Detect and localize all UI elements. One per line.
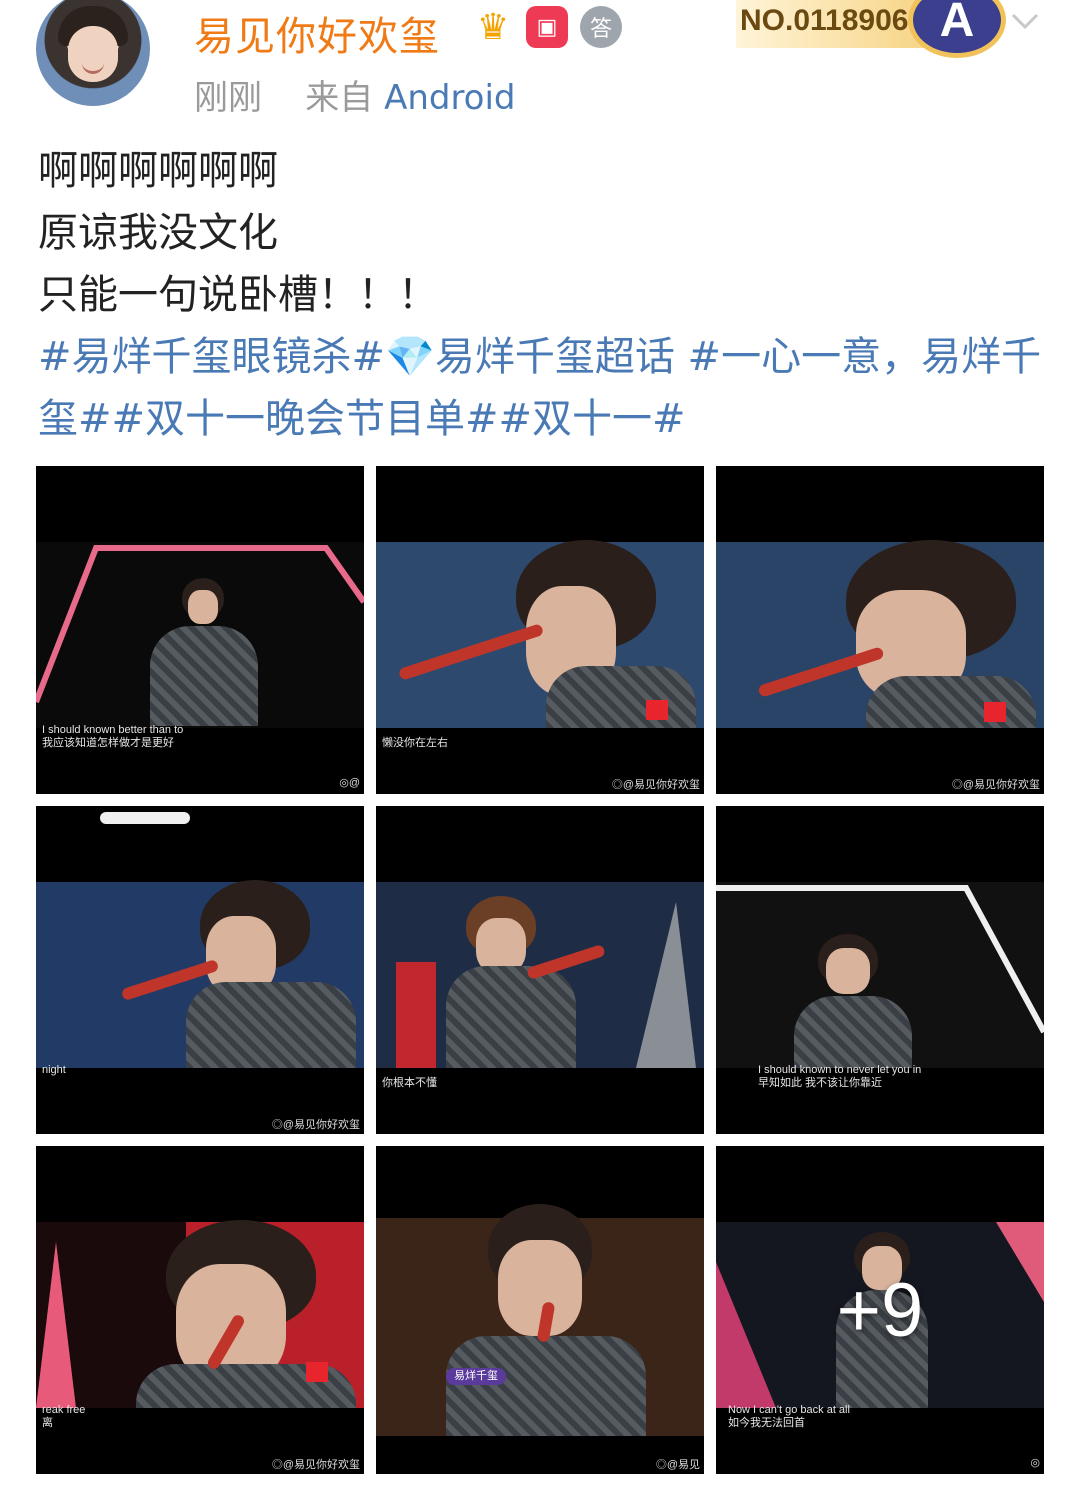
volume-slider[interactable] [100, 812, 190, 824]
watermark: ◎@易见你好欢玺 [611, 779, 700, 791]
subtitle: 你根本不懂 [382, 1077, 437, 1089]
medal-icon[interactable]: 答 [580, 6, 622, 48]
image-thumbnail[interactable]: reak free 离 ◎@易见你好欢玺 [36, 1146, 364, 1474]
watermark: ◎@ [339, 777, 360, 789]
watermark: ◎@易见 [655, 1459, 700, 1471]
user-avatar[interactable] [36, 0, 150, 106]
post-line: 原谅我没文化 [38, 210, 278, 256]
post-text: 啊啊啊啊啊啊 原谅我没文化 只能一句说卧槽！！！ [38, 140, 1048, 326]
post-meta: 刚刚 来自 Android [194, 70, 516, 119]
post-topics[interactable]: #易烊千玺眼镜杀#💎易烊千玺超话 #一心一意，易烊千玺##双十一晚会节目单##双… [38, 326, 1048, 450]
image-thumbnail-more[interactable]: Now I can't go back at all 如今我无法回首 ◎ +9 [716, 1146, 1044, 1474]
watermark: ◎@易见你好欢玺 [271, 1459, 360, 1471]
subtitle: 易烊千玺 [446, 1368, 506, 1385]
subtitle: I should known to never let you in 早知如此 我… [758, 1064, 922, 1089]
avengers-emblem-icon: A [908, 0, 1006, 58]
subtitle: 懒没你在左右 [382, 737, 448, 749]
post-time: 刚刚 [194, 78, 262, 118]
fan-number: NO.0118906 [740, 4, 909, 37]
source-prefix: 来自 [305, 78, 374, 118]
image-thumbnail[interactable]: I should known better than to 我应该知道怎样做才是更… [36, 466, 364, 794]
user-badges: ♛ ▣ 答 [472, 6, 622, 48]
watermark: ◎@易见你好欢玺 [951, 779, 1040, 791]
image-thumbnail[interactable]: 你根本不懂 [376, 806, 704, 1134]
image-thumbnail[interactable]: I should known to never let you in 早知如此 我… [716, 806, 1044, 1134]
subtitle: night [42, 1064, 66, 1076]
post-line: 只能一句说卧槽！！！ [38, 272, 438, 318]
subtitle: I should known better than to 我应该知道怎样做才是更… [42, 724, 184, 749]
image-thumbnail[interactable]: ◎@易见你好欢玺 [716, 466, 1044, 794]
vip-icon[interactable]: ▣ [526, 6, 568, 48]
more-images-count[interactable]: +9 [716, 1146, 1044, 1474]
watermark: ◎@易见你好欢玺 [271, 1119, 360, 1131]
post-line: 啊啊啊啊啊啊 [38, 148, 278, 194]
image-thumbnail[interactable]: 懒没你在左右 ◎@易见你好欢玺 [376, 466, 704, 794]
subtitle: reak free 离 [42, 1404, 86, 1429]
post-source[interactable]: Android [384, 78, 515, 118]
username[interactable]: 易见你好欢玺 [194, 4, 440, 62]
image-thumbnail[interactable]: night ◎@易见你好欢玺 [36, 806, 364, 1134]
crown-icon[interactable]: ♛ [472, 6, 514, 48]
post-header: 易见你好欢玺 ♛ ▣ 答 刚刚 来自 Android NO.0118906 A [0, 0, 1079, 120]
chevron-down-icon[interactable] [1010, 6, 1040, 36]
image-grid: I should known better than to 我应该知道怎样做才是更… [36, 466, 1044, 1474]
image-thumbnail[interactable]: 易烊千玺 ◎@易见 [376, 1146, 704, 1474]
